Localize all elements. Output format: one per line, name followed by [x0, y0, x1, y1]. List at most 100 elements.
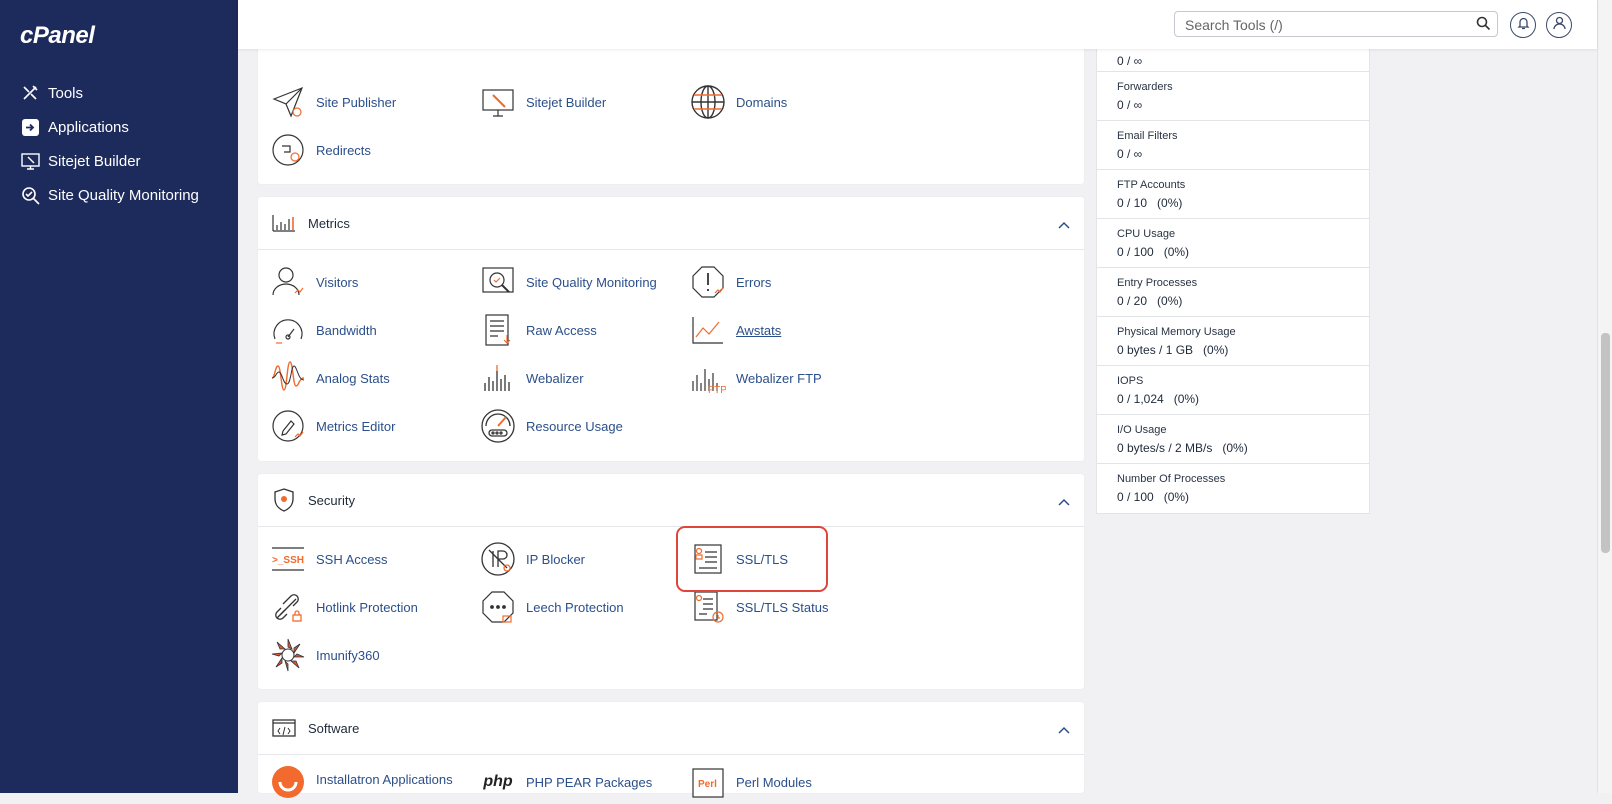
stat-row: Forwarders 0 / ∞: [1097, 72, 1369, 121]
tool-domains[interactable]: Domains: [690, 82, 787, 122]
tool-label: Awstats: [736, 322, 782, 338]
tool-imunify360[interactable]: Imunify360: [270, 635, 380, 675]
chevron-up-icon[interactable]: [1058, 494, 1070, 509]
sidebar-nav: Tools Applications Sitejet Builder Site …: [0, 76, 238, 212]
resource-usage-icon: [480, 408, 516, 444]
stat-value: 0 bytes/s / 2 MB/s (0%): [1117, 441, 1248, 455]
sitejet-icon: [20, 151, 40, 171]
tool-bandwidth[interactable]: Bandwidth: [270, 310, 377, 350]
stat-value: 0 / 100 (0%): [1117, 245, 1190, 259]
stat-label: Entry Processes: [1117, 277, 1198, 289]
hotlink-icon: [270, 589, 306, 625]
tool-hotlink-protection[interactable]: Hotlink Protection: [270, 587, 418, 627]
tool-label: IP Blocker: [526, 551, 586, 567]
software-panel: Software Installatron Applications php P…: [258, 702, 1084, 798]
stat-row: Entry Processes 0 / 20 (0%): [1097, 268, 1369, 317]
stat-list: Forwarders 0 / ∞ Email Filters 0 / ∞ FTP Acc…: [1097, 72, 1369, 513]
tool-ssl-tls-status[interactable]: SSL/TLS Status: [690, 587, 829, 627]
tool-visitors[interactable]: Visitors: [270, 262, 358, 302]
chevron-up-icon[interactable]: [1058, 217, 1070, 232]
tool-php-pear-packages[interactable]: php PHP PEAR Packages: [480, 764, 652, 804]
awstats-icon: [690, 312, 726, 348]
tool-site-publisher[interactable]: Site Publisher: [270, 82, 396, 122]
tool-ssh-access[interactable]: >_SSH SSH Access: [270, 539, 388, 579]
chevron-up-icon[interactable]: [1058, 722, 1070, 737]
domains-panel: Site Publisher Sitejet Builder Domains R…: [258, 30, 1084, 184]
tool-label: Sitejet Builder: [526, 94, 607, 110]
tool-leech-protection[interactable]: Leech Protection: [480, 587, 624, 627]
search-box: [1174, 11, 1498, 37]
installatron-icon: [270, 764, 306, 800]
tool-ip-blocker[interactable]: IP Blocker: [480, 539, 585, 579]
search-input[interactable]: [1183, 13, 1471, 37]
tool-resource-usage[interactable]: Resource Usage: [480, 406, 623, 446]
tool-label: Installatron Applications: [316, 772, 453, 787]
tool-label: SSH Access: [316, 551, 388, 567]
search-icon[interactable]: [1476, 16, 1491, 36]
tool-sitejet-builder[interactable]: Sitejet Builder: [480, 82, 606, 122]
tool-site-quality-monitoring[interactable]: Site Quality Monitoring: [480, 262, 657, 302]
tool-label: Resource Usage: [526, 418, 623, 434]
cpanel-logo[interactable]: cPanel: [20, 22, 95, 50]
tool-redirects[interactable]: Redirects: [270, 130, 371, 170]
raw-access-icon: [480, 312, 516, 348]
tool-label: Perl Modules: [736, 775, 812, 790]
site-quality-icon: [20, 185, 40, 205]
sidebar-item-label: Applications: [48, 118, 129, 136]
user-icon: [1552, 16, 1566, 35]
redirects-icon: [270, 132, 306, 168]
stat-label: IOPS: [1117, 375, 1144, 387]
stat-value: 0 / ∞: [1117, 147, 1143, 161]
ssh-icon: >_SSH: [270, 541, 306, 577]
visitors-icon: [270, 264, 306, 300]
notifications-button[interactable]: [1510, 12, 1536, 38]
tool-label: Visitors: [316, 274, 359, 290]
perl-text: Perl: [698, 779, 717, 790]
sidebar-item-site-quality-monitoring[interactable]: Site Quality Monitoring: [0, 178, 238, 212]
section-title: Security: [308, 492, 355, 508]
stat-label: CPU Usage: [1117, 228, 1176, 240]
tool-webalizer-ftp[interactable]: FTP Webalizer FTP: [690, 358, 822, 398]
ssh-text: >_SSH: [272, 555, 304, 566]
php-text: php: [483, 773, 513, 790]
stat-row: IOPS 0 / 1,024 (0%): [1097, 366, 1369, 415]
imunify-icon: [270, 637, 306, 673]
sidebar-item-tools[interactable]: Tools: [0, 76, 238, 110]
sidebar-item-label: Tools: [48, 84, 84, 102]
user-menu-button[interactable]: [1546, 12, 1572, 38]
stat-row: Email Filters 0 / ∞: [1097, 121, 1369, 170]
site-quality-monitoring-icon: [480, 264, 516, 300]
tool-installatron[interactable]: Installatron Applications: [270, 764, 453, 804]
leech-icon: [480, 589, 516, 625]
errors-icon: [690, 264, 726, 300]
sidebar: cPanel Tools Applications Sitejet Builde…: [0, 0, 238, 793]
stat-label: Number Of Processes: [1117, 473, 1226, 485]
tool-analog-stats[interactable]: Analog Stats: [270, 358, 390, 398]
tool-label: Analog Stats: [316, 370, 390, 386]
tool-webalizer[interactable]: Webalizer: [480, 358, 584, 398]
stat-row: FTP Accounts 0 / 10 (0%): [1097, 170, 1369, 219]
stat-row: I/O Usage 0 bytes/s / 2 MB/s (0%): [1097, 415, 1369, 464]
software-header[interactable]: Software: [258, 702, 1084, 755]
tool-metrics-editor[interactable]: Metrics Editor: [270, 406, 395, 446]
webalizer-icon: [480, 360, 516, 396]
tool-label: Site Publisher: [316, 94, 397, 110]
tool-label: Bandwidth: [316, 322, 377, 338]
stat-row: CPU Usage 0 / 100 (0%): [1097, 219, 1369, 268]
tool-errors[interactable]: Errors: [690, 262, 771, 302]
statistics-panel: 0 / ∞ Forwarders 0 / ∞ Email Filters 0 / ∞ F…: [1096, 44, 1370, 514]
tool-awstats[interactable]: Awstats: [690, 310, 781, 350]
metrics-header[interactable]: Metrics: [258, 197, 1084, 250]
applications-icon: [20, 117, 40, 137]
page-scrollbar[interactable]: [1597, 0, 1612, 793]
sidebar-item-applications[interactable]: Applications: [0, 110, 238, 144]
sidebar-item-sitejet-builder[interactable]: Sitejet Builder: [0, 144, 238, 178]
tools-icon: [20, 83, 40, 103]
tool-label: Webalizer FTP: [736, 370, 822, 386]
security-header[interactable]: Security: [258, 474, 1084, 527]
stat-value: 0 / 20 (0%): [1117, 294, 1183, 308]
tool-raw-access[interactable]: Raw Access: [480, 310, 597, 350]
tool-perl-modules[interactable]: Perl Perl Modules: [690, 764, 812, 804]
scrollbar-thumb[interactable]: [1601, 333, 1610, 553]
tool-label: Site Quality Monitoring: [526, 274, 657, 290]
